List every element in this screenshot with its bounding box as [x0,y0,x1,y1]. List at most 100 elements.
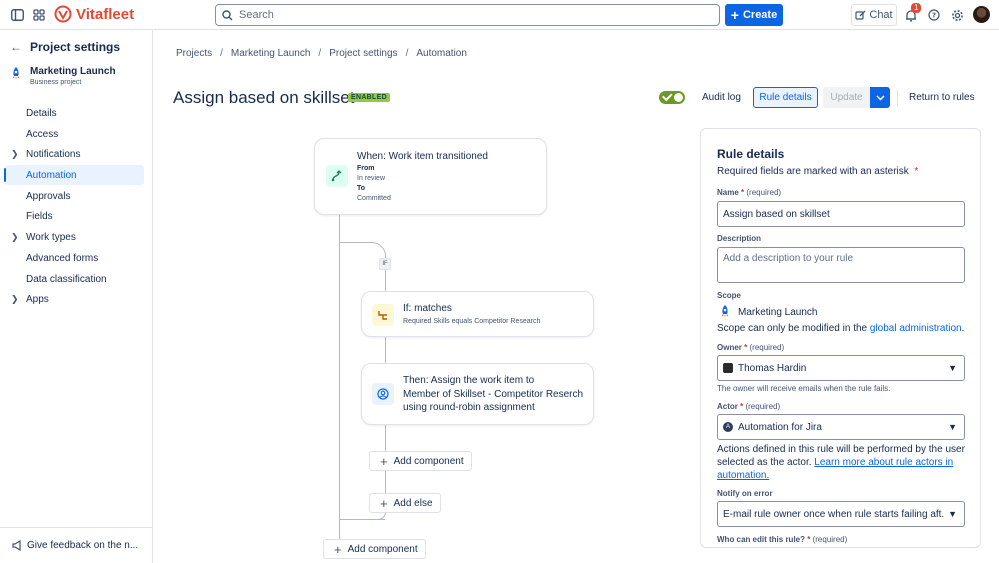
project-name: Marketing Launch [30,66,116,77]
breadcrumb-automation[interactable]: Automation [416,48,467,59]
sidebar-item-fields[interactable]: Fields [5,206,144,226]
rule-name-input[interactable]: Assign based on skillset [717,201,965,227]
description-field-label: Description [717,234,762,243]
sidebar-item-access[interactable]: Access [5,124,144,144]
search-icon [222,9,233,20]
scope-note-prefix: Scope can only be modified in the [717,323,870,334]
trigger-card[interactable]: When: Work item transitioned From In rev… [314,138,547,215]
breadcrumb: Projects / Marketing Launch / Project se… [176,48,467,59]
notify-on-error-label: Notify on error [717,489,773,498]
chat-button[interactable]: Chat [851,4,897,26]
search-input[interactable]: Search [215,4,720,26]
chat-edit-icon [855,10,866,20]
required-text: (required) [749,343,785,352]
sidebar-item-details[interactable]: Details [5,103,144,123]
chat-label: Chat [869,9,893,21]
search-placeholder: Search [239,9,274,21]
plus-icon: + [730,7,739,23]
user-avatar[interactable] [973,6,990,23]
create-button[interactable]: + Create [725,4,783,26]
automation-bot-icon: A [723,422,733,432]
settings-gear-icon[interactable] [949,7,965,23]
feedback-megaphone-icon [12,540,21,551]
give-feedback-button[interactable]: Give feedback on the n... [0,527,152,563]
help-icon[interactable]: ? [926,7,942,23]
flow-connector [385,270,386,292]
breadcrumb-projects[interactable]: Projects [176,48,212,59]
rule-details-button[interactable]: Rule details [753,87,818,108]
sidebar-item-label: Approvals [26,190,71,202]
notify-on-error-select[interactable]: E-mail rule owner once when rule starts … [717,501,965,527]
required-asterisk: * [738,188,745,197]
breadcrumb-project-settings[interactable]: Project settings [329,48,397,59]
required-asterisk: * [741,343,748,352]
chevron-right-icon: ❯ [11,148,19,159]
add-else-button[interactable]: + Add else [369,493,441,513]
add-component-label: Add component [393,455,464,467]
app-switcher-icon[interactable] [31,7,47,23]
description-textarea[interactable]: Add a description to your rule [717,247,965,283]
panel-title: Rule details [717,147,785,161]
trigger-to-value: Committed [357,195,391,202]
sidebar-toggle-icon[interactable] [9,7,25,23]
sidebar-item-label: Work types [26,231,76,243]
return-to-rules-button[interactable]: Return to rules [909,92,975,103]
notify-on-error-value: E-mail rule owner once when rule starts … [723,508,950,520]
condition-subtitle: Required Skills equals Competitor Resear… [403,318,541,325]
chevron-right-icon: ❯ [11,231,19,242]
add-component-button[interactable]: + Add component [369,451,472,471]
notification-count-badge: 1 [911,3,922,13]
actor-select[interactable]: A Automation for Jira ▼ [717,414,965,440]
owner-help-text: The owner will receive emails when the r… [717,384,891,393]
plus-icon: + [380,453,388,469]
create-label: Create [742,9,778,21]
owner-select[interactable]: Thomas Hardin ▼ [717,355,965,381]
sidebar-item-advanced-forms[interactable]: Advanced forms [5,248,144,268]
sidebar-item-data-classification[interactable]: Data classification [5,269,144,289]
required-note-text: Required fields are marked with an aster… [717,166,909,177]
rule-details-panel: Rule details Required fields are marked … [700,128,981,548]
condition-title: If: matches [403,303,452,314]
scope-note: Scope can only be modified in the global… [717,323,964,334]
add-component-button[interactable]: + Add component [323,539,426,559]
sidebar-item-notifications[interactable]: ❯ Notifications [5,144,144,164]
update-dropdown-button[interactable] [870,87,890,108]
add-else-label: Add else [393,497,433,509]
condition-branch-icon [372,304,394,326]
breadcrumb-separator: / [220,48,223,59]
required-asterisk: * [911,166,919,177]
trigger-to-label: To [357,185,366,192]
sidebar-item-apps[interactable]: ❯ Apps [5,289,144,309]
scope-value: Marketing Launch [738,306,818,318]
actor-value: Automation for Jira [738,421,822,433]
svg-text:?: ? [932,12,936,20]
back-arrow-icon[interactable]: ← [10,40,22,54]
flow-connector [385,471,386,493]
global-administration-link[interactable]: global administration [870,323,962,334]
add-component-label: Add component [347,543,418,555]
chevron-down-icon: ▼ [948,422,957,432]
condition-card[interactable]: If: matches Required Skills equals Compe… [361,291,594,337]
trigger-title: When: Work item transitioned [357,151,488,162]
vitafleet-logo[interactable]: Vitafleet [54,5,134,23]
sidebar-title: Project settings [30,40,121,54]
project-rocket-icon [12,67,20,80]
action-line-3: using round-robin assignment [403,402,535,413]
sidebar-item-approvals[interactable]: Approvals [5,186,144,206]
sidebar-header: ← Project settings [10,40,120,54]
sidebar-item-label: Automation [26,169,77,181]
page-title: Assign based on skillset [173,88,355,107]
plus-icon: + [380,495,388,511]
chevron-down-icon: ▼ [948,363,957,373]
sidebar-item-automation[interactable]: Automation [4,165,144,185]
actor-help-text: Actions defined in this rule will be per… [717,443,967,482]
project-header: Marketing Launch Business project [10,66,116,86]
owner-field-label: Owner * (required) [717,343,784,352]
audit-log-button[interactable]: Audit log [702,92,741,103]
breadcrumb-marketing-launch[interactable]: Marketing Launch [231,48,311,59]
action-card[interactable]: Then: Assign the work item to Member of … [361,363,594,425]
rule-enabled-toggle[interactable] [659,91,685,104]
update-button[interactable]: Update [823,87,870,108]
project-rocket-icon [721,305,729,318]
sidebar-item-work-types[interactable]: ❯ Work types [5,227,144,247]
